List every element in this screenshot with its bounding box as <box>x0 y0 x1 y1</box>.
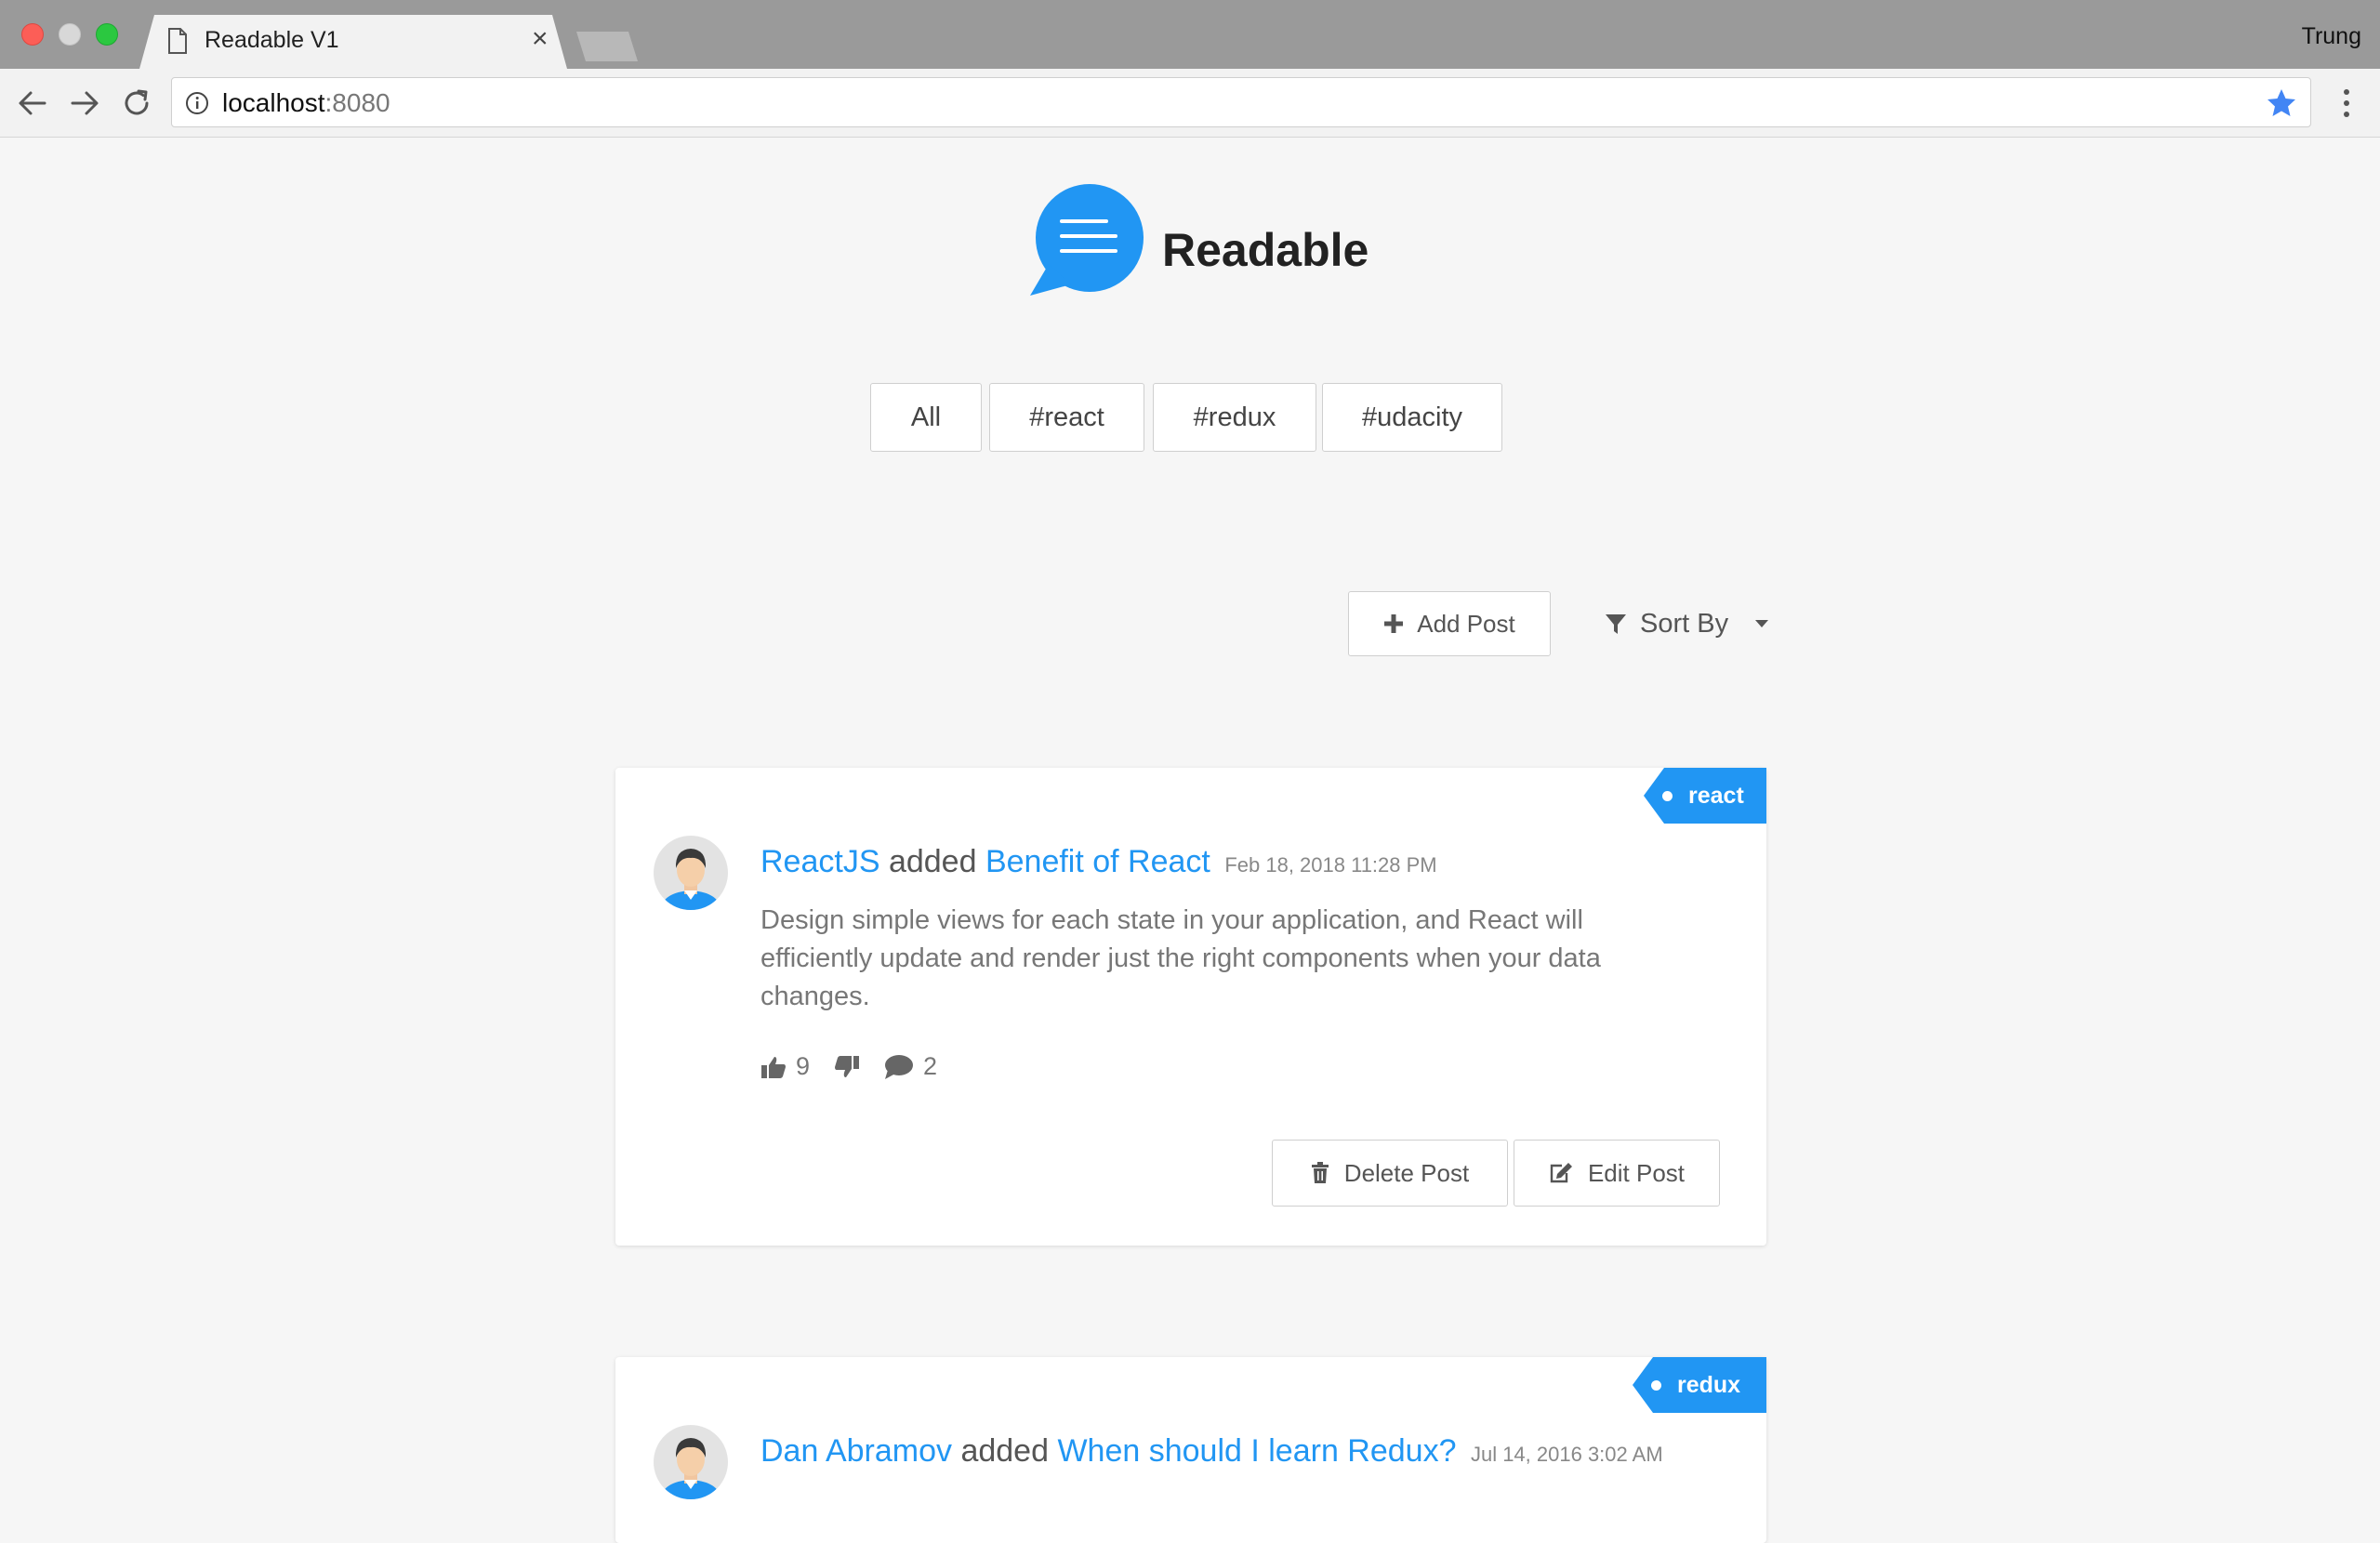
document-icon <box>168 28 187 54</box>
address-bar[interactable]: localhost:8080 <box>171 77 2311 127</box>
downvote-button[interactable] <box>834 1055 860 1079</box>
post-stats: 9 2 <box>760 1052 961 1081</box>
browser-tab-bar: Readable V1 × Trung <box>0 0 2380 69</box>
category-react-button[interactable]: #react <box>989 383 1144 452</box>
post-category-tag[interactable]: redux <box>1633 1357 1766 1413</box>
upvote-count: 9 <box>796 1052 811 1080</box>
thumbs-up-icon <box>761 1056 786 1078</box>
comment-icon <box>885 1054 914 1079</box>
brand-name: Readable <box>1162 224 1369 276</box>
edit-post-button[interactable]: Edit Post <box>1514 1140 1720 1207</box>
post-verb: added <box>960 1433 1049 1469</box>
forward-arrow-icon[interactable] <box>69 87 100 119</box>
tab-title: Readable V1 <box>205 27 339 53</box>
tag-dot-icon <box>1662 791 1673 801</box>
author-avatar[interactable] <box>653 1424 729 1500</box>
browser-toolbar: localhost:8080 <box>0 69 2380 138</box>
trash-icon <box>1311 1162 1329 1183</box>
tag-dot-icon <box>1651 1380 1661 1391</box>
page-content: Readable All #react #redux #udacity Add … <box>0 138 2380 1543</box>
post-header: ReactJS added Benefit of React Feb 18, 2… <box>760 844 1437 880</box>
post-title-link[interactable]: Benefit of React <box>985 844 1210 879</box>
url-host: localhost <box>222 88 325 117</box>
post-verb: added <box>888 844 977 879</box>
sort-by-dropdown[interactable]: Sort By <box>1605 591 1769 656</box>
browser-tab-active[interactable] <box>139 15 567 69</box>
profile-name[interactable]: Trung <box>2302 23 2361 50</box>
post-card: redux Dan Abramov added When should I le… <box>615 1357 1766 1543</box>
edit-post-label: Edit Post <box>1587 1158 1686 1187</box>
browser-menu-icon[interactable] <box>2337 86 2356 121</box>
caret-down-icon <box>1755 620 1769 627</box>
close-window-button[interactable] <box>21 23 44 46</box>
thumbs-down-icon <box>835 1055 860 1077</box>
comment-count: 2 <box>923 1052 938 1080</box>
post-date: Feb 18, 2018 11:28 PM <box>1224 853 1437 877</box>
chat-bubble-logo-icon <box>1030 184 1144 296</box>
url-port: :8080 <box>324 88 390 117</box>
back-arrow-icon[interactable] <box>17 87 48 119</box>
post-title-link[interactable]: When should I learn Redux? <box>1057 1433 1456 1469</box>
add-post-label: Add Post <box>1417 609 1515 638</box>
post-author-link[interactable]: Dan Abramov <box>760 1433 952 1469</box>
delete-post-label: Delete Post <box>1343 1158 1470 1187</box>
plus-icon <box>1384 614 1404 633</box>
sort-by-label: Sort By <box>1640 608 1729 639</box>
add-post-button[interactable]: Add Post <box>1348 591 1551 656</box>
bookmark-star-icon[interactable] <box>2266 87 2297 119</box>
comments-button[interactable]: 2 <box>884 1052 937 1081</box>
url-text: localhost:8080 <box>222 88 390 118</box>
post-category-label: redux <box>1677 1371 1741 1398</box>
post-date: Jul 14, 2016 3:02 AM <box>1470 1443 1663 1466</box>
post-category-label: react <box>1688 782 1744 809</box>
new-tab-button[interactable] <box>576 32 638 61</box>
upvote-button[interactable]: 9 <box>760 1052 810 1081</box>
post-body: Design simple views for each state in yo… <box>760 905 1601 1011</box>
post-category-tag[interactable]: react <box>1644 768 1766 824</box>
post-author-link[interactable]: ReactJS <box>760 844 880 879</box>
maximize-window-button[interactable] <box>96 23 118 46</box>
author-avatar[interactable] <box>653 835 729 911</box>
category-redux-button[interactable]: #redux <box>1153 383 1316 452</box>
tab-close-icon[interactable]: × <box>532 25 549 53</box>
category-udacity-button[interactable]: #udacity <box>1322 383 1502 452</box>
post-header: Dan Abramov added When should I learn Re… <box>760 1433 1663 1470</box>
category-all-button[interactable]: All <box>870 383 982 452</box>
delete-post-button[interactable]: Delete Post <box>1272 1140 1508 1207</box>
info-icon[interactable] <box>185 91 209 115</box>
filter-icon <box>1606 614 1626 634</box>
edit-icon <box>1550 1163 1572 1183</box>
minimize-window-button[interactable] <box>59 23 81 46</box>
post-card: react ReactJS added Benefit of React Feb… <box>615 768 1766 1246</box>
reload-icon[interactable] <box>121 87 152 119</box>
